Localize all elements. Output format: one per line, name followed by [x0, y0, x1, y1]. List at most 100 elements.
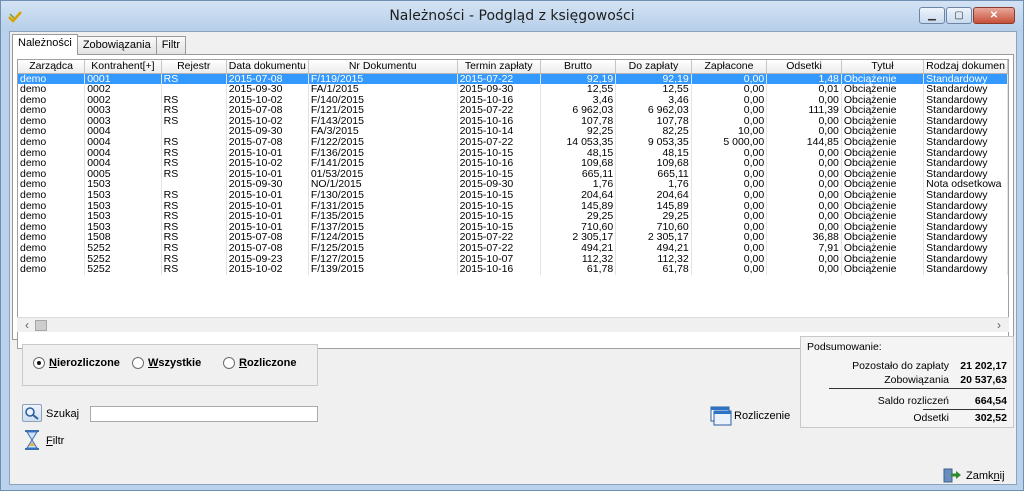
table-cell: F/119/2015: [308, 73, 458, 85]
table-cell: 112,32: [540, 253, 617, 265]
table-row[interactable]: demo 5252 RS 2015-10-02 F/139/2015 2015-10-16…: [18, 264, 1008, 275]
table-row[interactable]: demo 1503 2015-09-30 NO/1/2015 2015-09-30 1,7…: [18, 179, 1008, 191]
table-cell: Standardowy: [923, 137, 1008, 148]
table-cell: 0002: [84, 84, 162, 95]
table-cell: 2015-07-22: [457, 137, 541, 148]
table-cell: demo: [18, 232, 86, 243]
table-cell: 2015-09-30: [457, 179, 541, 191]
table-cell: Obciążenie: [841, 73, 925, 85]
table-cell: 0,00: [691, 168, 768, 180]
table-cell: 2015-10-07: [457, 253, 541, 265]
horizontal-scrollbar[interactable]: ‹ ›: [17, 317, 1009, 332]
scroll-thumb[interactable]: [35, 320, 47, 331]
radio-label: Nierozliczone: [49, 357, 120, 369]
table-cell: 0,01: [766, 84, 842, 95]
column-header[interactable]: Tytuł: [841, 60, 925, 74]
radio-rozliczone[interactable]: Rozliczone: [223, 357, 296, 369]
table-cell: [161, 84, 227, 95]
table-row[interactable]: demo 0005 RS 2015-10-01 01/53/2015 2015-10-15…: [18, 168, 1008, 180]
table-cell: 1,76: [540, 179, 617, 191]
table-cell: 2015-07-08: [226, 137, 309, 148]
table-row[interactable]: demo 0002 RS 2015-10-02 F/140/2015 2015-10-16…: [18, 94, 1008, 106]
tab-zobowiazania[interactable]: Zobowiązania: [76, 36, 157, 54]
table-cell: Obciążenie: [841, 158, 925, 169]
table-cell: Obciążenie: [841, 190, 925, 201]
hourglass-icon[interactable]: [24, 430, 40, 450]
table-row[interactable]: demo 1508 RS 2015-07-08 F/124/2015 2015-07-22…: [18, 232, 1008, 243]
search-input[interactable]: [90, 406, 318, 422]
table-row[interactable]: demo 0002 2015-09-30 FA/1/2015 2015-09-30 12,…: [18, 84, 1008, 95]
table-cell: 1503: [84, 221, 162, 233]
table-cell: F/131/2015: [308, 200, 458, 212]
table-cell: demo: [18, 126, 86, 138]
table-cell: Standardowy: [923, 126, 1008, 138]
table-row[interactable]: demo 0004 2015-09-30 FA/3/2015 2015-10-14 92,…: [18, 126, 1008, 138]
table-cell: Obciążenie: [841, 264, 925, 275]
table-cell: demo: [18, 158, 86, 169]
table-cell: 0,00: [766, 190, 842, 201]
table-row[interactable]: demo 1503 RS 2015-10-01 F/135/2015 2015-10-15…: [18, 211, 1008, 222]
table-cell: 112,32: [615, 253, 692, 265]
table-row[interactable]: demo 5252 RS 2015-07-08 F/125/2015 2015-07-22…: [18, 243, 1008, 254]
table-cell: Obciążenie: [841, 221, 925, 233]
column-header[interactable]: Brutto: [540, 60, 617, 74]
table-cell: demo: [18, 200, 86, 212]
table-cell: RS: [161, 200, 227, 212]
scroll-right-icon[interactable]: ›: [991, 318, 1007, 333]
column-header[interactable]: Do zapłaty: [615, 60, 692, 74]
table-cell: 0,00: [691, 264, 768, 275]
table-row[interactable]: demo 1503 RS 2015-10-01 F/130/2015 2015-10-15…: [18, 190, 1008, 201]
settlement-button-label[interactable]: Rozliczenie: [734, 410, 790, 422]
table-row[interactable]: demo 0004 RS 2015-07-08 F/122/2015 2015-07-22…: [18, 137, 1008, 148]
table-cell: 710,60: [615, 221, 692, 233]
tab-filtr[interactable]: Filtr: [155, 36, 187, 54]
exit-icon[interactable]: [943, 466, 963, 484]
table-cell: 0003: [84, 105, 162, 116]
maximize-button[interactable]: ▢: [946, 7, 972, 24]
radio-wszystkie[interactable]: Wszystkie: [132, 357, 201, 369]
table-cell: 0,00: [766, 126, 842, 138]
table-cell: 145,89: [540, 200, 617, 212]
table-cell: 0004: [84, 147, 162, 159]
column-header[interactable]: Rodzaj dokumen: [923, 60, 1008, 74]
column-header[interactable]: Rejestr: [161, 60, 227, 74]
table-cell: 2015-10-16: [457, 115, 541, 127]
column-header[interactable]: Zapłacone: [691, 60, 768, 74]
minimize-button[interactable]: ▁: [919, 7, 945, 24]
column-header[interactable]: Kontrahent[+]: [84, 60, 162, 74]
table-row[interactable]: demo 0003 RS 2015-10-02 F/143/2015 2015-10-16…: [18, 115, 1008, 127]
column-header[interactable]: Odsetki: [766, 60, 842, 74]
column-header[interactable]: Termin zapłaty: [457, 60, 541, 74]
search-icon[interactable]: [22, 404, 42, 422]
column-header[interactable]: Nr Dokumentu: [308, 60, 458, 74]
scroll-left-icon[interactable]: ‹: [19, 318, 35, 333]
table-cell: Obciążenie: [841, 94, 925, 106]
table-cell: 0,00: [766, 211, 842, 222]
table-cell: 1,48: [766, 73, 842, 85]
column-header[interactable]: Data dokumentu: [226, 60, 309, 74]
table-row[interactable]: demo 5252 RS 2015-09-23 F/127/2015 2015-10-07…: [18, 253, 1008, 265]
table-row[interactable]: demo 0003 RS 2015-07-08 F/121/2015 2015-07-22…: [18, 105, 1008, 116]
table-row[interactable]: demo 0001 RS 2015-07-08 F/119/2015 2015-07-22…: [18, 73, 1008, 85]
table-cell: 0003: [84, 115, 162, 127]
tab-naleznosci[interactable]: Należności: [12, 34, 78, 55]
table-row[interactable]: demo 0004 RS 2015-10-02 F/141/2015 2015-10-16…: [18, 158, 1008, 169]
table-cell: Obciążenie: [841, 253, 925, 265]
table-cell: 1,76: [615, 179, 692, 191]
close-window-button[interactable]: Zamknij: [966, 470, 1005, 482]
window-stack-icon[interactable]: [710, 406, 732, 426]
table-row[interactable]: demo 1503 RS 2015-10-01 F/137/2015 2015-10-15…: [18, 221, 1008, 233]
radio-nierozliczone[interactable]: Nierozliczone: [33, 357, 120, 369]
table-cell: 665,11: [615, 168, 692, 180]
filter-button-label[interactable]: Filtr: [46, 435, 64, 447]
radio-label: Rozliczone: [239, 357, 297, 369]
table-cell: F/130/2015: [308, 190, 458, 201]
table-cell: 6 962,03: [615, 105, 692, 116]
column-header[interactable]: Zarządca: [18, 60, 86, 74]
table-row[interactable]: demo 0004 RS 2015-10-01 F/136/2015 2015-10-15…: [18, 147, 1008, 159]
table-cell: demo: [18, 221, 86, 233]
table-row[interactable]: demo 1503 RS 2015-10-01 F/131/2015 2015-10-15…: [18, 200, 1008, 212]
table-cell: 2015-07-22: [457, 243, 541, 254]
close-button[interactable]: ✕: [973, 7, 1015, 24]
title-bar[interactable]: Należności - Podgląd z księgowości ▁ ▢ ✕: [1, 1, 1023, 31]
